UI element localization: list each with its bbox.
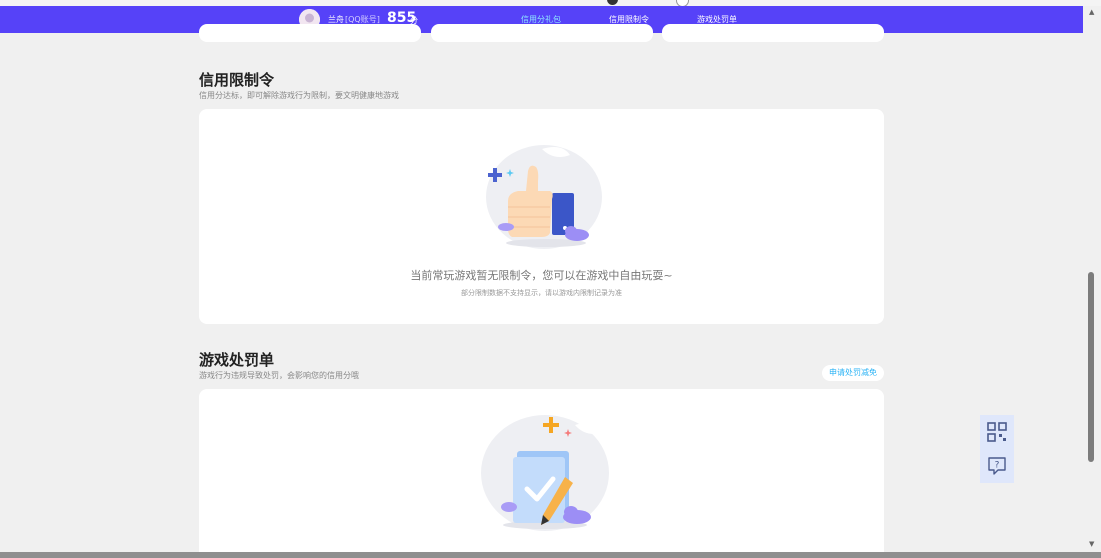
help-feedback-icon: ? (988, 457, 1006, 475)
scroll-up-arrow-icon[interactable]: ▲ (1089, 8, 1094, 16)
qr-code-icon (987, 422, 1007, 442)
gift-card-1[interactable] (199, 24, 421, 42)
checklist-pencil-illustration (481, 415, 609, 531)
scroll-down-arrow-icon[interactable]: ▼ (1089, 540, 1094, 548)
restriction-section-title: 信用限制令 (199, 71, 275, 89)
penalty-section-title: 游戏处罚单 (199, 351, 275, 369)
scrollbar-thumb[interactable] (1088, 272, 1094, 462)
restriction-empty-note: 部分限制数据不支持显示，请以游戏内限制记录为准 (461, 289, 622, 297)
penalty-section-subtitle: 游戏行为违规导致处罚，会影响您的信用分哦 (199, 371, 359, 380)
vertical-scrollbar[interactable]: ▲ ▼ (1083, 6, 1101, 552)
radio-selected-icon (607, 0, 618, 5)
apply-penalty-reduction-button[interactable]: 申请处罚减免 (822, 365, 884, 381)
gift-card-2[interactable] (431, 24, 653, 42)
penalty-empty-card (199, 389, 884, 552)
help-feedback-button[interactable]: ? (980, 449, 1014, 483)
qr-code-button[interactable] (980, 415, 1014, 449)
credit-page-window: 兰舟 [QQ账号] 855 分 信用分礼包 信用限制令 游戏处罚单 信用限制令 … (0, 6, 1083, 552)
restriction-section-subtitle: 信用分达标，即可解除游戏行为限制，要文明健康地游戏 (199, 91, 399, 100)
gift-card-3[interactable] (662, 24, 884, 42)
restriction-empty-card: 当前常玩游戏暂无限制令，您可以在游戏中自由玩耍~ 部分限制数据不支持显示，请以游… (199, 109, 884, 324)
thumbs-up-illustration (486, 145, 602, 249)
svg-text:?: ? (995, 461, 1000, 471)
restriction-empty-message: 当前常玩游戏暂无限制令，您可以在游戏中自由玩耍~ (410, 269, 673, 282)
